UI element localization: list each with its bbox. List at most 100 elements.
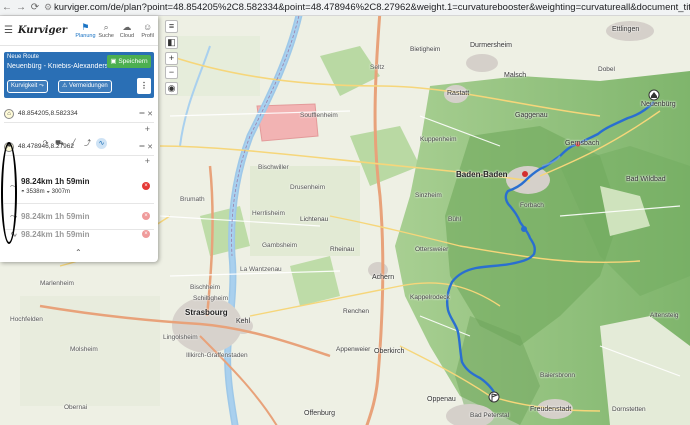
curvy-road-icon: ⤳ bbox=[37, 83, 44, 89]
url-field[interactable]: kurviger.com/de/plan?point=48.854205%2C8… bbox=[54, 2, 690, 13]
waypoint-start[interactable]: ⌂ 48.854205,8.582334 ═ ✕ bbox=[4, 105, 154, 123]
back-arrow-icon[interactable]: ← bbox=[0, 2, 14, 13]
map-label-illkirch: Illkirch-Graffenstaden bbox=[186, 352, 248, 359]
delete-alternative-icon[interactable]: × bbox=[142, 230, 150, 238]
map-label-rastatt: Rastatt bbox=[447, 90, 470, 97]
map-label-brumath: Brumath bbox=[180, 196, 205, 203]
map-label-buhl: Bühl bbox=[448, 216, 462, 223]
map-label-drusenheim: Drusenheim bbox=[290, 184, 326, 191]
map-label-herrlisheim: Herrlisheim bbox=[252, 210, 285, 217]
alt-2-duration: 1h 59min bbox=[54, 212, 90, 221]
add-destination-button[interactable]: + bbox=[145, 156, 150, 166]
delete-alternative-icon[interactable]: × bbox=[142, 182, 150, 190]
site-info-icon[interactable]: ⚙ bbox=[42, 2, 54, 13]
map-label-oberkirch: Oberkirch bbox=[374, 348, 405, 355]
menu-icon[interactable]: ☰ bbox=[4, 25, 18, 36]
descent-icon: ◒ bbox=[46, 189, 50, 195]
reload-icon[interactable]: ⟳ bbox=[28, 2, 42, 13]
avoidances-label: Vermeidungen bbox=[69, 83, 108, 89]
map-label-bad-wildbad: Bad Wildbad bbox=[626, 176, 666, 183]
map-label-offenburg: Offenburg bbox=[304, 410, 336, 417]
map-label-bietigheim: Bietigheim bbox=[410, 46, 441, 53]
map-style-icon[interactable]: ◧ bbox=[165, 36, 178, 49]
map-label-freudenstadt: Freudenstadt bbox=[530, 406, 572, 413]
map-label-achern: Achern bbox=[372, 274, 395, 281]
zoom-out-button[interactable]: − bbox=[165, 66, 178, 79]
route-title: Neue Route bbox=[7, 54, 40, 60]
alt-3-summary: 98.24km 1h 59min bbox=[21, 230, 90, 239]
map-label-bad-peterstal: Bad Peterstal bbox=[470, 412, 510, 419]
map-label-gernsbach: Gernsbach bbox=[565, 140, 600, 147]
map-label-dobel: Dobel bbox=[598, 66, 615, 73]
route-header: Neue Route Neuenbürg - Kniebis-Alexander… bbox=[4, 52, 154, 98]
waypoint-end[interactable]: ⚑ 48.478946,8.27962 ═ ✕ bbox=[4, 138, 154, 156]
route-name[interactable]: Neuenbürg - Kniebis-Alexanders... bbox=[7, 63, 107, 70]
map-label-renchen: Renchen bbox=[343, 308, 370, 315]
alt-1-descent: 3007m bbox=[51, 189, 70, 195]
profile-icon: ☺ bbox=[143, 22, 153, 32]
app-navbar: ☰ Kurviger ⚑ Planung ⌕ Suche ☁ Cloud ☺ P… bbox=[0, 16, 158, 46]
ascent-icon: ◓ bbox=[21, 189, 25, 195]
nav-suche-label: Suche bbox=[98, 33, 114, 39]
curviness-button[interactable]: Kurvigkeit ⤳ bbox=[7, 80, 48, 93]
alt-1-duration: 1h 59min bbox=[54, 177, 90, 186]
forward-arrow-icon[interactable]: → bbox=[14, 2, 28, 13]
map-label-marlenheim: Marlenheim bbox=[40, 280, 74, 287]
map-label-kappelrodeck: Kappelrodeck bbox=[410, 294, 450, 301]
layers-control-icon[interactable]: ≡ bbox=[165, 20, 178, 33]
annotation-ellipse bbox=[1, 142, 17, 244]
nav-suche[interactable]: ⌕ Suche bbox=[96, 22, 117, 39]
drag-handle-icon[interactable]: ═ bbox=[138, 110, 146, 117]
nav-cloud[interactable]: ☁ Cloud bbox=[117, 22, 138, 39]
map-label-neuenburg: Neuenbürg bbox=[641, 101, 676, 108]
waypoint-end-value[interactable]: 48.478946,8.27962 bbox=[18, 143, 138, 150]
map-label-bischwiller: Bischwiller bbox=[258, 164, 289, 171]
route-alternative-1[interactable]: ⤳ 98.24km 1h 59min ◓ 3538m ◒ 3007m × bbox=[4, 174, 154, 204]
alt-1-distance: 98.24km bbox=[21, 177, 53, 186]
delete-alternative-icon[interactable]: × bbox=[142, 212, 150, 220]
drag-handle-icon[interactable]: ═ bbox=[138, 143, 146, 150]
map-label-la-wantzenau: La Wantzenau bbox=[240, 266, 282, 273]
remove-waypoint-icon[interactable]: ✕ bbox=[146, 110, 154, 118]
planung-icon: ⚑ bbox=[81, 22, 90, 32]
save-button[interactable]: ▣ Speichern bbox=[107, 55, 151, 68]
remove-waypoint-icon[interactable]: ✕ bbox=[146, 143, 154, 151]
map-label-schiltigheim: Schiltigheim bbox=[193, 295, 229, 302]
map-label-soufflenheim: Soufflenheim bbox=[300, 112, 338, 119]
map-label-oppenau: Oppenau bbox=[427, 396, 456, 403]
map-label-strasbourg: Strasbourg bbox=[185, 308, 228, 317]
map-label-ottersweier: Ottersweier bbox=[415, 246, 449, 253]
map-label-obernai: Obernai bbox=[64, 404, 88, 411]
nav-planung[interactable]: ⚑ Planung bbox=[75, 22, 96, 39]
collapse-chevron-icon[interactable]: ⌃ bbox=[75, 248, 82, 257]
map-label-hochfelden: Hochfelden bbox=[10, 316, 43, 323]
avoidances-button[interactable]: ⚠ Vermeidungen bbox=[58, 80, 112, 93]
nav-planung-label: Planung bbox=[75, 33, 96, 39]
zoom-in-button[interactable]: + bbox=[165, 52, 178, 65]
map-label-dornstetten: Dornstetten bbox=[612, 406, 646, 413]
map-label-kuppenheim: Kuppenheim bbox=[420, 136, 457, 143]
home-icon: ⌂ bbox=[4, 108, 14, 119]
more-options-button[interactable]: ⋮ bbox=[137, 78, 151, 94]
map-label-seltz: Seltz bbox=[370, 64, 385, 71]
add-waypoint-button[interactable]: + bbox=[145, 124, 150, 134]
browser-address-bar: ← → ⟳ ⚙ kurviger.com/de/plan?point=48.85… bbox=[0, 0, 690, 16]
alt-1-summary: 98.24km 1h 59min bbox=[21, 177, 90, 186]
map-label-malsch: Malsch bbox=[504, 72, 527, 79]
search-icon: ⌕ bbox=[103, 22, 109, 32]
map-label-kehl: Kehl bbox=[236, 318, 251, 325]
route-planner-panel: ☰ Kurviger ⚑ Planung ⌕ Suche ☁ Cloud ☺ P… bbox=[0, 16, 158, 262]
map-label-molsheim: Molsheim bbox=[70, 346, 98, 353]
nav-profil[interactable]: ☺ Profil bbox=[137, 22, 158, 39]
map-label-bischheim: Bischheim bbox=[190, 284, 220, 291]
alt-3-duration: 1h 59min bbox=[54, 230, 90, 239]
cloud-icon: ☁ bbox=[122, 22, 132, 32]
app-logo[interactable]: Kurviger bbox=[18, 25, 67, 36]
map-label-altensteig: Altensteig bbox=[650, 312, 679, 319]
map-label-appenweier: Appenweier bbox=[336, 346, 371, 353]
map-label-forbach: Forbach bbox=[520, 202, 544, 209]
route-alternative-3[interactable]: ∿ 98.24km 1h 59min × bbox=[4, 222, 154, 248]
map-label-ettlingen: Ettlingen bbox=[612, 26, 640, 33]
waypoint-start-value[interactable]: 48.854205,8.582334 bbox=[18, 110, 138, 117]
locate-icon[interactable]: ◉ bbox=[165, 82, 178, 95]
